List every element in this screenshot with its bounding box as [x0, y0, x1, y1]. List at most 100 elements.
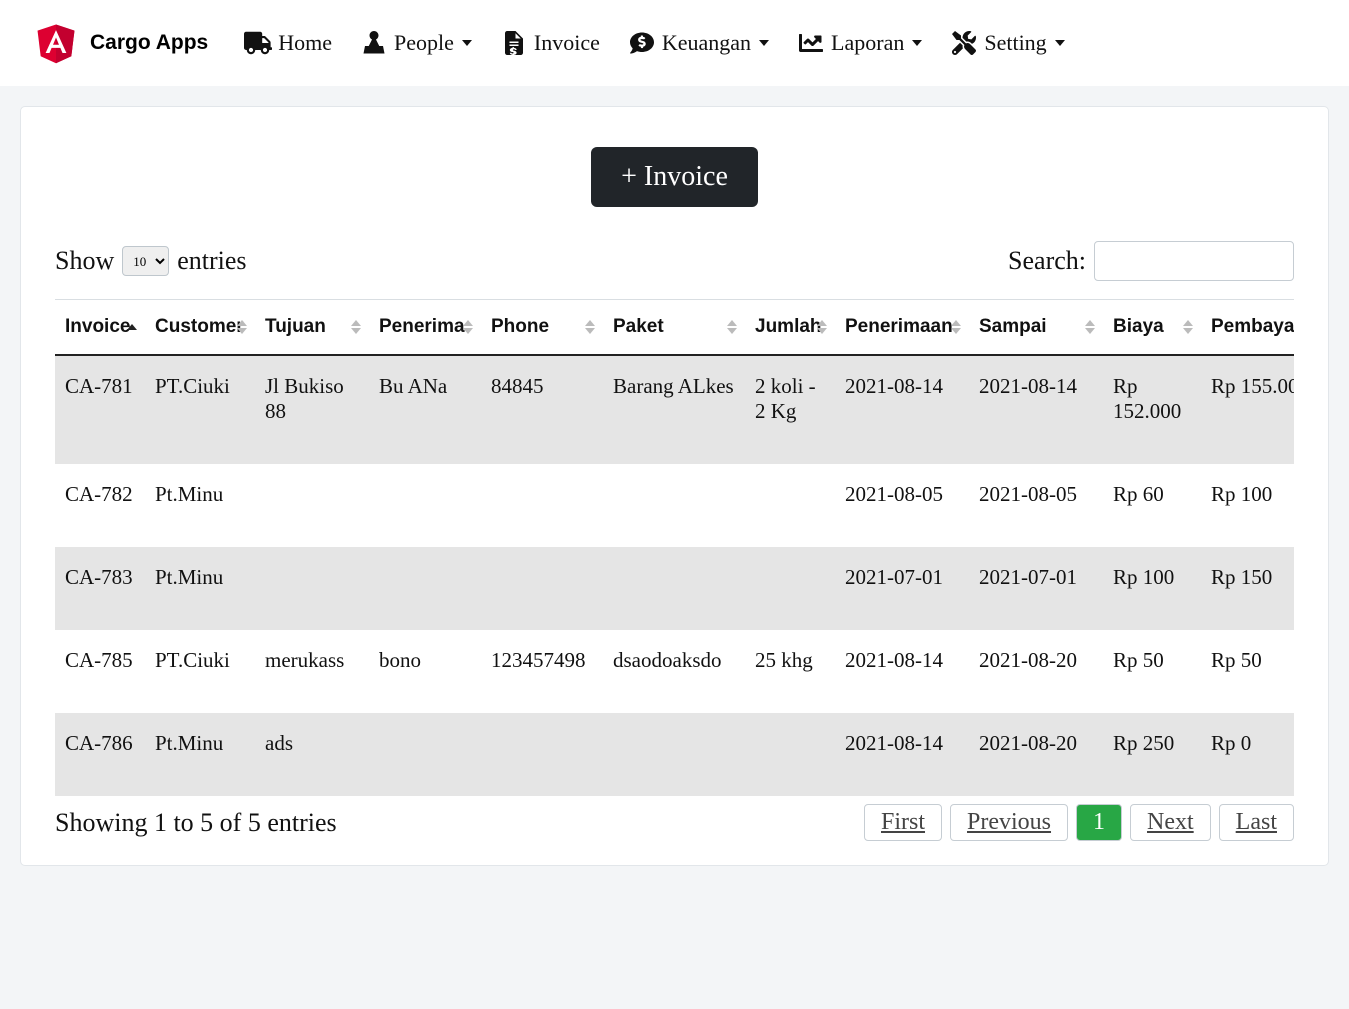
person-icon [360, 31, 388, 55]
col-penerima[interactable]: Penerima [369, 300, 481, 355]
caret-down-icon [462, 40, 472, 46]
cell-penerimaan: 2021-08-14 [835, 630, 969, 713]
cell-sampai: 2021-08-20 [969, 630, 1103, 713]
pager-previous[interactable]: Previous [950, 804, 1068, 841]
cell-penerimaan: 2021-08-14 [835, 355, 969, 464]
caret-down-icon [1055, 40, 1065, 46]
chart-line-icon [797, 31, 825, 55]
cell-paket [603, 464, 745, 547]
tools-icon [950, 31, 978, 55]
cell-phone: 84845 [481, 355, 603, 464]
pager-next[interactable]: Next [1130, 804, 1211, 841]
nav-invoice-label: Invoice [534, 30, 600, 56]
cell-sampai: 2021-08-14 [969, 355, 1103, 464]
cell-penerima: bono [369, 630, 481, 713]
cell-penerima [369, 713, 481, 796]
cell-biaya: Rp 50 [1103, 630, 1201, 713]
search-input[interactable] [1094, 241, 1294, 281]
table-row: CA-783Pt.Minu2021-07-012021-07-01Rp 100R… [55, 547, 1294, 630]
nav-invoice[interactable]: Invoice [496, 24, 604, 62]
length-select[interactable]: 10 [122, 246, 169, 276]
table-scroll[interactable]: Invoice Customer Tujuan Penerima Phone P… [55, 299, 1294, 796]
cell-tujuan [255, 547, 369, 630]
navbar: Cargo Apps Home People Invoice Keuanga [0, 0, 1349, 86]
nav-home[interactable]: Home [240, 24, 336, 62]
caret-down-icon [912, 40, 922, 46]
col-biaya[interactable]: Biaya [1103, 300, 1201, 355]
cell-pembayaran: Rp 155.000 [1201, 355, 1294, 464]
cell-jumlah [745, 713, 835, 796]
invoice-card: + Invoice Show 10 entries Search: [20, 106, 1329, 866]
nav-people-label: People [394, 30, 454, 56]
cell-phone: 123457498 [481, 630, 603, 713]
col-phone[interactable]: Phone [481, 300, 603, 355]
nav-laporan[interactable]: Laporan [793, 24, 926, 62]
table-row: CA-782Pt.Minu2021-08-052021-08-05Rp 60Rp… [55, 464, 1294, 547]
cell-penerima [369, 464, 481, 547]
col-jumlah[interactable]: Jumlah [745, 300, 835, 355]
cell-tujuan: merukass [255, 630, 369, 713]
col-sampai[interactable]: Sampai [969, 300, 1103, 355]
pager-last[interactable]: Last [1219, 804, 1294, 841]
cell-sampai: 2021-08-20 [969, 713, 1103, 796]
cell-penerimaan: 2021-08-14 [835, 713, 969, 796]
length-prefix: Show [55, 246, 114, 276]
table-info: Showing 1 to 5 of 5 entries [55, 808, 337, 838]
length-suffix: entries [177, 246, 246, 276]
cell-invoice: CA-786 [55, 713, 145, 796]
cell-invoice: CA-781 [55, 355, 145, 464]
col-customer[interactable]: Customer [145, 300, 255, 355]
nav-setting-label: Setting [984, 30, 1046, 56]
cell-phone [481, 464, 603, 547]
cell-tujuan: ads [255, 713, 369, 796]
cell-customer: Pt.Minu [145, 464, 255, 547]
nav-setting[interactable]: Setting [946, 24, 1068, 62]
truck-icon [244, 31, 272, 55]
col-tujuan[interactable]: Tujuan [255, 300, 369, 355]
file-invoice-icon [500, 31, 528, 55]
table-row: CA-781PT.CiukiJl Bukiso 88Bu ANa84845Bar… [55, 355, 1294, 464]
cell-biaya: Rp 250 [1103, 713, 1201, 796]
nav-home-label: Home [278, 30, 332, 56]
nav-laporan-label: Laporan [831, 30, 904, 56]
nav-people[interactable]: People [356, 24, 476, 62]
cell-biaya: Rp 152.000 [1103, 355, 1201, 464]
table-row: CA-786Pt.Minuads 2021-08-142021-08-20Rp 2… [55, 713, 1294, 796]
pager-page-current[interactable]: 1 [1076, 804, 1122, 841]
comment-dollar-icon [628, 31, 656, 55]
cell-invoice: CA-782 [55, 464, 145, 547]
cell-biaya: Rp 60 [1103, 464, 1201, 547]
col-pembayaran[interactable]: Pembayaran [1201, 300, 1294, 355]
cell-tujuan: Jl Bukiso 88 [255, 355, 369, 464]
cell-customer: Pt.Minu [145, 547, 255, 630]
brand-title[interactable]: Cargo Apps [90, 31, 208, 55]
col-penerimaan[interactable]: Penerimaan [835, 300, 969, 355]
cell-jumlah [745, 464, 835, 547]
col-invoice[interactable]: Invoice [55, 300, 145, 355]
cell-jumlah: 25 khg [745, 630, 835, 713]
cell-paket: Barang ALkes [603, 355, 745, 464]
cell-penerima [369, 547, 481, 630]
angular-logo-icon [34, 20, 78, 66]
cell-phone [481, 713, 603, 796]
add-invoice-button[interactable]: + Invoice [591, 147, 758, 207]
cell-customer: Pt.Minu [145, 713, 255, 796]
cell-customer: PT.Ciuki [145, 355, 255, 464]
cell-penerimaan: 2021-08-05 [835, 464, 969, 547]
search-label: Search: [1008, 246, 1086, 276]
col-paket[interactable]: Paket [603, 300, 745, 355]
cell-pembayaran: Rp 150 [1201, 547, 1294, 630]
cell-penerimaan: 2021-07-01 [835, 547, 969, 630]
cell-paket [603, 547, 745, 630]
search-control: Search: [1008, 241, 1294, 281]
pager-first[interactable]: First [864, 804, 942, 841]
cell-pembayaran: Rp 100 [1201, 464, 1294, 547]
nav-keuangan[interactable]: Keuangan [624, 24, 773, 62]
cell-sampai: 2021-08-05 [969, 464, 1103, 547]
cell-penerima: Bu ANa [369, 355, 481, 464]
caret-down-icon [759, 40, 769, 46]
invoice-table: Invoice Customer Tujuan Penerima Phone P… [55, 300, 1294, 796]
pager: First Previous 1 Next Last [864, 804, 1294, 841]
table-row: CA-785PT.Ciukimerukassbono123457498dsaod… [55, 630, 1294, 713]
cell-customer: PT.Ciuki [145, 630, 255, 713]
